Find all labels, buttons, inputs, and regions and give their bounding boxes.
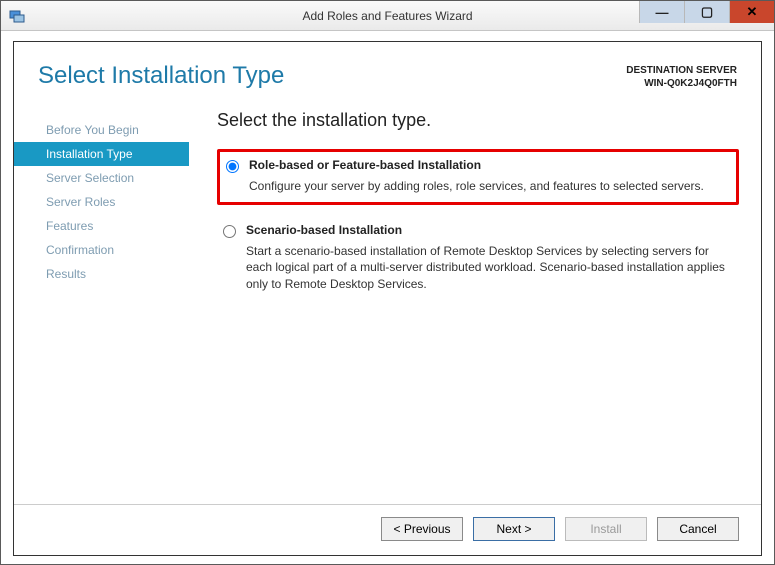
wizard-footer: < Previous Next > Install Cancel xyxy=(14,504,761,555)
radio-scenario-based[interactable] xyxy=(223,225,236,238)
wizard-sidebar: Before You Begin Installation Type Serve… xyxy=(14,100,189,504)
sidebar-item-confirmation[interactable]: Confirmation xyxy=(14,238,189,262)
body-row: Before You Begin Installation Type Serve… xyxy=(14,100,761,504)
destination-value: WIN-Q0K2J4Q0FTH xyxy=(626,77,737,90)
content-frame: Select Installation Type DESTINATION SER… xyxy=(1,31,774,564)
radio-role-based[interactable] xyxy=(226,160,239,173)
page-title: Select Installation Type xyxy=(38,62,626,90)
cancel-button[interactable]: Cancel xyxy=(657,517,739,541)
destination-info: DESTINATION SERVER WIN-Q0K2J4Q0FTH xyxy=(626,64,737,90)
option-scenario-based[interactable]: Scenario-based Installation Start a scen… xyxy=(217,217,739,300)
sidebar-item-server-selection[interactable]: Server Selection xyxy=(14,166,189,190)
option-description: Configure your server by adding roles, r… xyxy=(249,178,708,194)
option-label: Role-based or Feature-based Installation xyxy=(249,158,708,172)
sidebar-item-results[interactable]: Results xyxy=(14,262,189,286)
close-button[interactable]: ✕ xyxy=(729,1,774,23)
app-icon xyxy=(9,8,25,24)
window-controls: — ▢ ✕ xyxy=(639,1,774,30)
option-text: Role-based or Feature-based Installation… xyxy=(249,158,708,194)
next-button[interactable]: Next > xyxy=(473,517,555,541)
header-row: Select Installation Type DESTINATION SER… xyxy=(14,42,761,100)
inner-panel: Select Installation Type DESTINATION SER… xyxy=(13,41,762,556)
option-role-based[interactable]: Role-based or Feature-based Installation… xyxy=(217,149,739,205)
install-button: Install xyxy=(565,517,647,541)
section-heading: Select the installation type. xyxy=(217,110,739,131)
previous-button[interactable]: < Previous xyxy=(381,517,463,541)
option-description: Start a scenario-based installation of R… xyxy=(246,243,731,292)
sidebar-item-server-roles[interactable]: Server Roles xyxy=(14,190,189,214)
main-panel: Select the installation type. Role-based… xyxy=(189,100,761,504)
option-label: Scenario-based Installation xyxy=(246,223,731,237)
option-text: Scenario-based Installation Start a scen… xyxy=(246,223,731,292)
sidebar-item-before-you-begin[interactable]: Before You Begin xyxy=(14,118,189,142)
sidebar-item-installation-type[interactable]: Installation Type xyxy=(14,142,189,166)
destination-label: DESTINATION SERVER xyxy=(626,64,737,77)
maximize-button[interactable]: ▢ xyxy=(684,1,729,23)
install-type-options: Role-based or Feature-based Installation… xyxy=(217,149,739,300)
title-bar: Add Roles and Features Wizard — ▢ ✕ xyxy=(1,1,774,31)
sidebar-item-features[interactable]: Features xyxy=(14,214,189,238)
wizard-window: Add Roles and Features Wizard — ▢ ✕ Sele… xyxy=(0,0,775,565)
minimize-button[interactable]: — xyxy=(639,1,684,23)
